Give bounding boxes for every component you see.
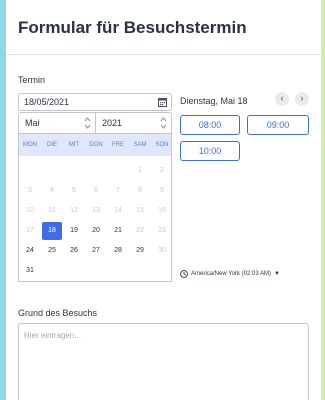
form-card: Formular für Besuchstermin Termin 18/05/…	[6, 0, 321, 400]
calendar-day[interactable]: 31	[20, 262, 40, 280]
weekday-mit: MIT	[68, 142, 80, 148]
calendar-grid: MON DIE MIT DON FRE SAM SON 1 2 3 4 5 6 7 8 9 10 11 12 13 1…	[18, 134, 172, 282]
calendar-day: 15	[136, 207, 144, 214]
weekday-don: DON	[89, 142, 103, 148]
chevron-right-icon: ›	[300, 93, 304, 103]
date-input-value: 18/05/2021	[24, 97, 70, 107]
calendar-day: 9	[160, 187, 164, 194]
calendar-day: 6	[94, 187, 98, 194]
calendar-day[interactable]: 25	[42, 242, 62, 260]
weekday-header: MON DIE MIT DON FRE SAM SON	[19, 134, 171, 156]
form-title: Formular für Besuchstermin	[18, 18, 247, 37]
calendar-day[interactable]: 29	[130, 242, 150, 260]
weekday-sam: SAM	[133, 142, 147, 148]
calendar-day: 8	[138, 187, 142, 194]
time-slot-0800[interactable]: 08:00	[180, 115, 240, 135]
calendar-day: 23	[158, 227, 166, 234]
calendar-day: 3	[28, 187, 32, 194]
calendar-day: 17	[26, 227, 34, 234]
previous-day-button[interactable]: ‹	[275, 92, 289, 106]
calendar-day[interactable]: 24	[20, 242, 40, 260]
reason-label: Grund des Besuchs	[18, 308, 98, 318]
calendar-day: 1	[138, 167, 142, 174]
year-spinner-icon[interactable]	[160, 116, 167, 130]
year-select[interactable]: 2021	[96, 112, 172, 134]
reason-textarea[interactable]: Hier eintragen...	[18, 323, 309, 400]
calendar-day: 14	[114, 207, 122, 214]
calendar-day: 7	[116, 187, 120, 194]
title-divider	[6, 54, 321, 55]
calendar-day[interactable]: 21	[108, 222, 128, 240]
weekday-die: DIE	[46, 142, 57, 148]
calendar-day[interactable]: 19	[64, 222, 84, 240]
calendar-day: 5	[72, 187, 76, 194]
calendar-day[interactable]: 26	[64, 242, 84, 260]
month-value: Mai	[25, 118, 40, 128]
calendar-day-selected[interactable]: 18	[42, 222, 62, 240]
calendar-icon[interactable]	[158, 97, 167, 107]
calendar-day[interactable]: 20	[86, 222, 106, 240]
calendar-day: 11	[48, 207, 56, 214]
timezone-value: America/New York (02:03 AM)	[191, 271, 272, 277]
year-value: 2021	[102, 118, 123, 128]
month-select[interactable]: Mai	[18, 112, 96, 134]
calendar-day: 16	[158, 207, 166, 214]
caret-down-icon: ▼	[274, 271, 280, 277]
calendar-day[interactable]: 27	[86, 242, 106, 260]
clock-icon	[180, 270, 188, 278]
calendar-day: 10	[26, 207, 34, 214]
next-day-button[interactable]: ›	[295, 92, 309, 106]
calendar-day: 12	[70, 207, 78, 214]
termin-label: Termin	[18, 75, 46, 85]
weekday-mon: MON	[23, 142, 37, 148]
calendar-day[interactable]: 28	[108, 242, 128, 260]
month-spinner-icon[interactable]	[84, 116, 91, 130]
calendar-day: 22	[136, 227, 144, 234]
time-slot-0900[interactable]: 09:00	[247, 115, 309, 135]
weekday-son: SON	[155, 142, 169, 148]
calendar-day: 30	[158, 247, 166, 254]
reason-placeholder: Hier eintragen...	[24, 331, 81, 340]
date-input[interactable]: 18/05/2021	[18, 93, 172, 111]
timezone-select[interactable]: America/New York (02:03 AM) ▼	[180, 270, 280, 278]
time-slot-1000[interactable]: 10:00	[180, 141, 240, 161]
calendar-day: 4	[50, 187, 54, 194]
calendar-day: 2	[160, 167, 164, 174]
weekday-fre: FRE	[112, 142, 124, 148]
calendar-day: 13	[92, 207, 100, 214]
chevron-left-icon: ‹	[280, 93, 284, 103]
selected-date-heading: Dienstag, Mai 18	[180, 96, 248, 106]
